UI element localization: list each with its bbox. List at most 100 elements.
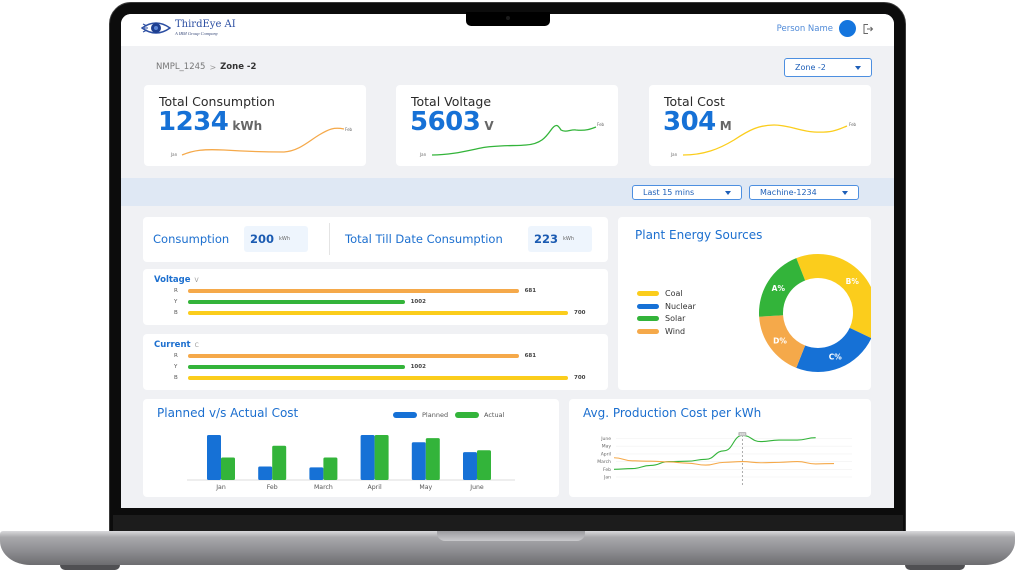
y-tick-label: June <box>600 436 611 442</box>
sparkline-start-label: Jan <box>670 152 678 157</box>
x-tick-label: June <box>469 484 484 491</box>
bar-actual[interactable] <box>477 450 491 480</box>
logout-icon[interactable] <box>862 23 874 35</box>
bar-planned[interactable] <box>258 466 273 481</box>
breadcrumb-parent[interactable]: NMPL_1245 <box>156 62 205 72</box>
hover-marker-label: 100 <box>739 432 745 436</box>
y-tick-label: March <box>597 459 611 465</box>
avatar[interactable] <box>839 20 856 37</box>
logo-subtitle: A IBM Group Company <box>175 31 218 36</box>
donut-slice-label: B% <box>846 277 860 286</box>
sparkline-start-label: Jan <box>419 152 427 157</box>
phase-value: 681 <box>524 353 537 359</box>
phase-value: 700 <box>574 310 586 316</box>
consumption-value-box: 200 kWh <box>244 226 308 252</box>
voltage-title: Voltage V <box>154 275 199 285</box>
breadcrumb: NMPL_1245 > Zone -2 <box>156 62 256 72</box>
current-title: Current C <box>154 340 199 350</box>
sparkline-start-label: Jan <box>170 152 178 157</box>
sparkline-end-label: Feb <box>849 122 857 127</box>
current-title-text: Current <box>154 340 191 350</box>
consumption-unit: kWh <box>279 236 291 242</box>
laptop-foot <box>60 565 120 570</box>
production-cost-chart: Jan Feb March AprilMay June 100 <box>597 432 852 485</box>
laptop-chin <box>113 515 903 532</box>
consumption-value: 200 <box>250 232 275 246</box>
machine-value: Machine-1234 <box>760 188 817 197</box>
y-tick-label: Jan <box>603 475 611 481</box>
voltage-title-text: Voltage <box>154 275 191 285</box>
bar-planned[interactable] <box>309 467 324 480</box>
x-tick-label: May <box>419 484 432 491</box>
bar-actual[interactable] <box>374 435 389 480</box>
till-date-value: 223 <box>534 232 559 246</box>
sparkline-end-label: Feb <box>345 127 353 132</box>
phase-label: Y <box>174 299 178 305</box>
consumption-card: Consumption 200 kWh Total Till Date Cons… <box>143 217 608 262</box>
phase-bar <box>188 310 568 316</box>
x-tick-label: March <box>314 484 333 491</box>
phase-bar <box>188 364 405 370</box>
bar-actual[interactable] <box>221 457 235 481</box>
user-menu[interactable]: Person Name <box>777 20 874 37</box>
bar-actual[interactable] <box>272 445 287 480</box>
till-date-value-box: 223 kWh <box>528 226 592 252</box>
phase-label: B <box>174 310 178 316</box>
energy-sources-card: Plant Energy Sources Coal Nuclear Solar Win… <box>618 217 871 390</box>
caret-down-icon <box>725 190 731 195</box>
phase-label: R <box>174 288 178 294</box>
laptop-foot <box>905 565 965 570</box>
bar-planned[interactable] <box>360 435 375 480</box>
y-tick-label: May <box>602 444 612 450</box>
donut-slice-label: D% <box>773 337 787 346</box>
sparkline-end-label: Feb <box>597 122 605 127</box>
y-tick-label: April <box>601 451 611 457</box>
time-range-select[interactable]: Last 15 mins <box>632 185 742 200</box>
camera-notch <box>466 12 550 26</box>
consumption-label: Consumption <box>153 232 230 246</box>
kpi-card-consumption: Total Consumption 1234 kWh Jan Feb <box>144 85 366 166</box>
user-name[interactable]: Person Name <box>777 24 833 34</box>
bar-actual[interactable] <box>323 457 338 481</box>
phase-bar <box>188 288 519 294</box>
planned-actual-card: Planned v/s Actual Cost Planned Actual J… <box>143 399 559 497</box>
divider <box>329 223 330 255</box>
caret-down-icon <box>842 190 848 195</box>
zone-select-value: Zone -2 <box>795 63 826 72</box>
dashboard-screen: ThirdEye AI A IBM Group Company Person N… <box>121 14 894 508</box>
kpi-card-cost: Total Cost 304 M Jan Feb <box>649 85 871 166</box>
energy-sources-donut: B% C% D% A% <box>759 254 871 372</box>
donut-slice-label: C% <box>829 353 843 362</box>
bar-planned[interactable] <box>463 452 477 480</box>
sparkline-line <box>682 124 848 156</box>
eye-logo-icon <box>141 22 171 34</box>
bar-planned[interactable] <box>207 435 221 480</box>
logo-name: ThirdEye AI <box>175 19 236 30</box>
bar-planned[interactable] <box>411 442 426 480</box>
chevron-right-icon: > <box>209 62 217 72</box>
brand-logo[interactable]: ThirdEye AI A IBM Group Company <box>141 20 236 37</box>
donut-slice-coal[interactable] <box>796 254 871 338</box>
sparkline-consumption: Jan Feb <box>170 127 353 157</box>
zone-select[interactable]: Zone -2 <box>784 58 872 77</box>
phase-bar <box>188 353 519 359</box>
phase-label: Y <box>174 364 178 370</box>
phase-label: R <box>174 353 178 359</box>
bar-actual[interactable] <box>425 438 440 480</box>
sparkline-cost: Jan Feb <box>670 122 857 157</box>
machine-select[interactable]: Machine-1234 <box>749 185 859 200</box>
donut-slice-nuclear[interactable] <box>796 327 871 372</box>
x-tick-label: Feb <box>267 484 278 491</box>
phase-value: 1002 <box>410 364 426 370</box>
till-date-unit: kWh <box>563 236 575 242</box>
donut-slice-label: A% <box>772 284 786 293</box>
production-cost-card: Avg. Production Cost per kWh Jan Feb March… <box>569 399 871 497</box>
laptop-opening-lip <box>437 531 585 541</box>
phase-bar <box>188 299 405 305</box>
kpi-card-voltage: Total Voltage 5603 V Jan Feb <box>396 85 618 166</box>
y-tick-label: Feb <box>603 467 611 473</box>
phase-value: 681 <box>524 288 537 294</box>
sparkline-voltage: Jan Feb <box>419 122 605 157</box>
sparkline-line <box>181 127 345 156</box>
x-tick-label: Jan <box>215 484 226 491</box>
